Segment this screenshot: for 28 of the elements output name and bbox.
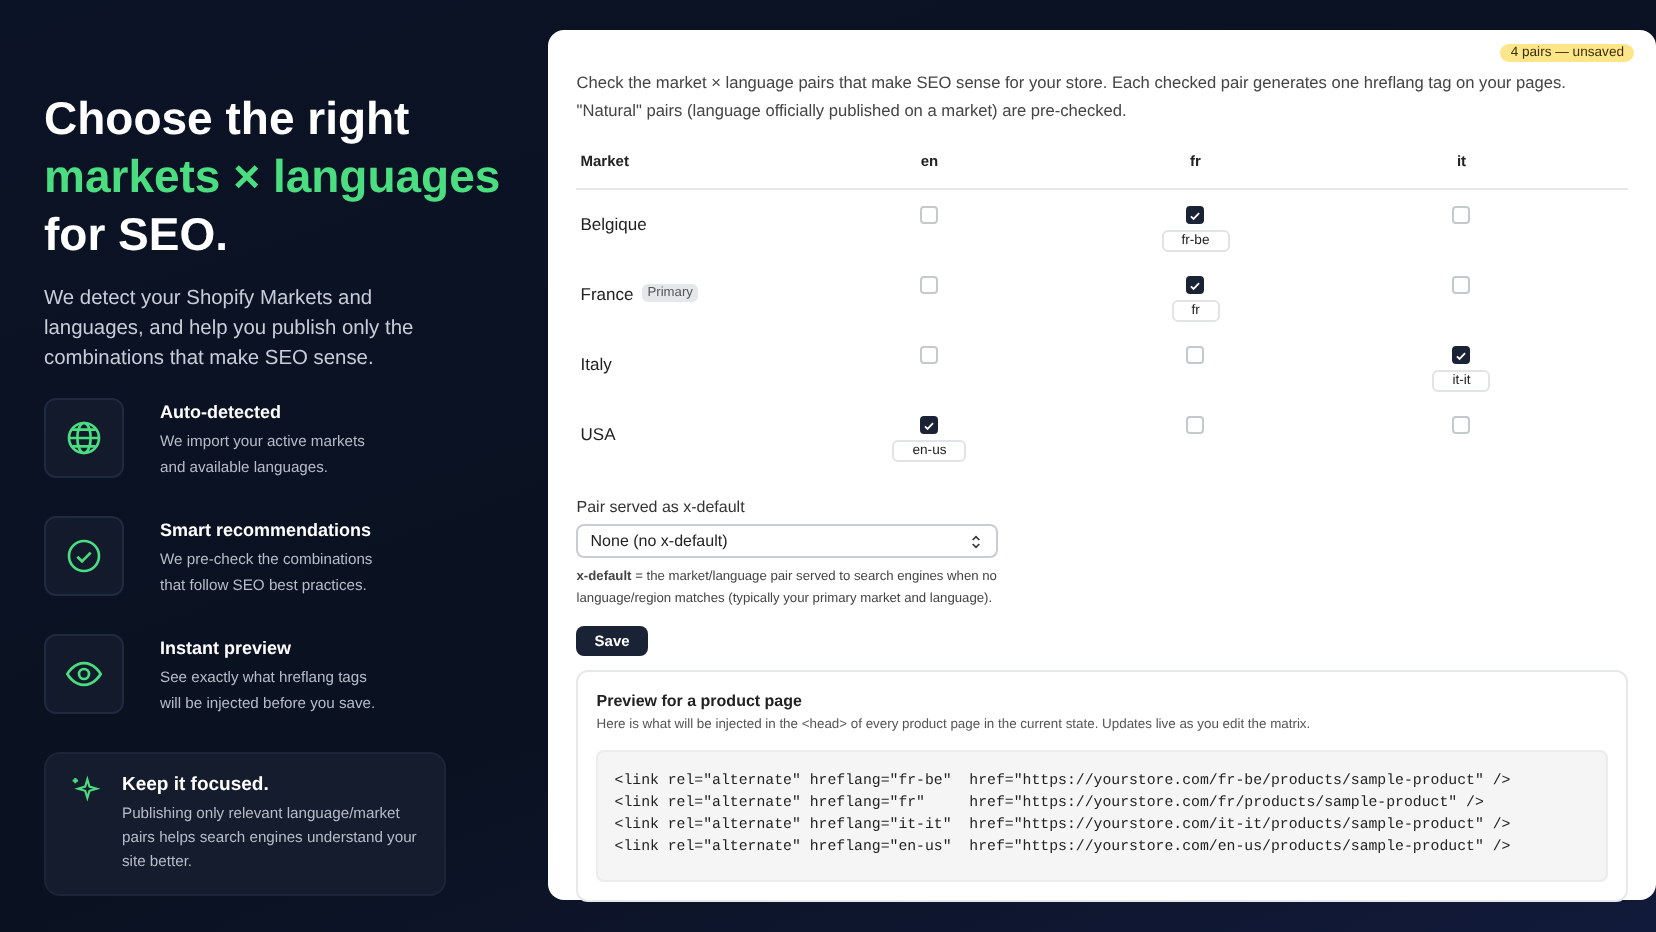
checkbox[interactable] — [1186, 206, 1205, 224]
checkbox[interactable] — [1452, 346, 1471, 364]
checkmark-icon — [1188, 207, 1203, 223]
intro-text: Check the market × language pairs that make SEO sense for your store. Each checked pair generates one hreflang tag on your pages. "Natural" pairs (language officially published on a market) are pre-checked. — [576, 70, 1568, 124]
tip-title: Keep it focused. — [122, 774, 271, 796]
sparkle-icon — [70, 774, 102, 806]
checkmark-icon — [1188, 277, 1203, 293]
feature-title: Auto-detected — [160, 402, 283, 422]
headline-line: markets × languages — [44, 148, 503, 206]
x-default-select[interactable]: None (no x-default) — [576, 524, 999, 558]
feature-title: Instant preview — [160, 638, 294, 658]
chevron-updown-icon — [968, 533, 985, 549]
check-circle-icon — [64, 536, 104, 576]
headline-line: for SEO. — [44, 206, 231, 264]
description: We detect your Shopify Markets and languages, and help you publish only the combinations that make SEO sense. — [44, 286, 416, 374]
checkbox[interactable] — [1186, 276, 1205, 294]
headline-line: Choose the right — [44, 90, 412, 148]
checkmark-icon — [1454, 347, 1469, 363]
feature-title: Smart recommendations — [160, 520, 374, 540]
globe-icon — [64, 418, 104, 458]
preview-title: Preview for a product page — [596, 692, 804, 710]
field-label: Pair served as x-default — [576, 498, 747, 516]
market-name: France — [580, 284, 634, 304]
market-name: Italy — [580, 354, 612, 374]
market-name: Belgique — [580, 214, 647, 234]
market-name: USA — [580, 424, 616, 444]
checkmark-icon — [922, 417, 937, 433]
checkbox[interactable] — [920, 416, 939, 434]
